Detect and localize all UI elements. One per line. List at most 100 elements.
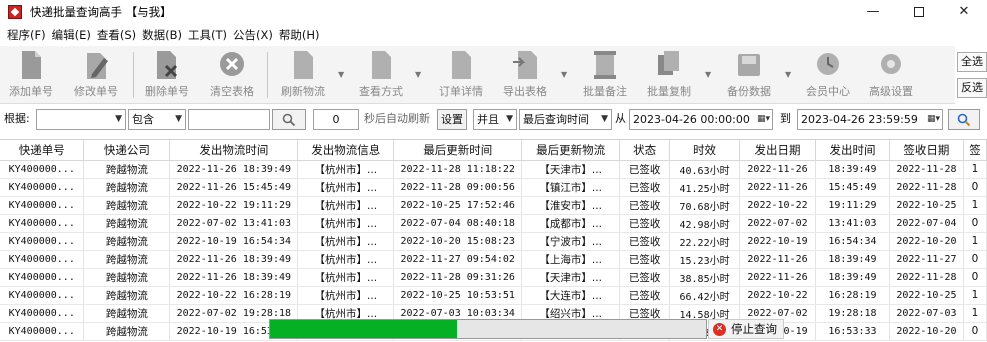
menu-help[interactable]: 帮助(H) (276, 25, 323, 45)
menu-view[interactable]: 查看(S) (94, 25, 139, 45)
to-datetime-value: 2023-04-26 23:59:59 (801, 113, 918, 126)
edit-number-label: 修改单号 (74, 85, 118, 98)
batch-note-button[interactable]: 批量备注 (576, 48, 634, 102)
table-cell: 【天津市】... (521, 160, 621, 179)
advanced-settings-label: 高级设置 (869, 85, 913, 98)
table-cell: 【杭州市】... (297, 178, 395, 197)
table-cell: 【成都市】... (521, 214, 621, 233)
from-datetime-input[interactable]: 2023-04-26 00:00:00 ▦▾ (629, 109, 773, 130)
column-header[interactable]: 签收日期 (889, 140, 964, 161)
column-header[interactable]: 快递单号 (0, 140, 85, 161)
column-header[interactable]: 最后更新物流 (521, 140, 621, 161)
menu-program[interactable]: 程序(F) (4, 25, 49, 45)
document-delete-icon (157, 51, 178, 79)
table-cell: 38.85小时 (669, 268, 741, 287)
logic-select[interactable]: 并且 ▼ (473, 109, 517, 130)
document-refresh-icon (294, 51, 313, 79)
table-row[interactable]: KY400000... 跨越物流 2022-11-26 18:39:49 【杭州市】.… (0, 250, 987, 269)
select-all-button[interactable]: 全选 (957, 52, 987, 72)
table-cell: 跨越物流 (83, 250, 171, 269)
maximize-button[interactable] (896, 0, 942, 24)
refresh-interval-input[interactable]: 0 (313, 109, 359, 130)
menu-notice[interactable]: 公告(X) (230, 25, 276, 45)
minimize-button[interactable]: — (850, 0, 896, 24)
table-cell: 【杭州市】... (297, 286, 395, 305)
keyword-input[interactable] (188, 109, 270, 130)
backup-data-button[interactable]: 备份数据 (720, 48, 778, 102)
table-cell: 2022-11-26 (739, 268, 816, 287)
table-cell: 1 (963, 304, 987, 323)
match-mode-select[interactable]: 包含 ▼ (128, 109, 186, 130)
to-datetime-input[interactable]: 2023-04-26 23:59:59 ▦▾ (797, 109, 943, 130)
menu-edit[interactable]: 编辑(E) (49, 25, 94, 45)
order-detail-button[interactable]: 订单详情 (432, 48, 490, 102)
export-table-button[interactable]: 导出表格 (497, 48, 553, 102)
table-cell: 跨越物流 (83, 322, 171, 341)
table-cell: 【杭州市】... (297, 232, 395, 251)
results-table: 快递单号 快递公司 发出物流时间 发出物流信息 最后更新时间 最后更新物流 状态… (0, 139, 987, 342)
search-button[interactable] (272, 109, 306, 130)
table-cell: 2022-10-25 17:52:46 (393, 196, 523, 215)
advanced-settings-button[interactable]: 高级设置 (862, 48, 920, 102)
column-header[interactable]: 状态 (619, 140, 671, 161)
export-dropdown-arrow-icon[interactable]: ▼ (561, 70, 567, 79)
batch-copy-button[interactable]: 批量复制 (640, 48, 698, 102)
table-row[interactable]: KY400000... 跨越物流 2022-11-26 15:45:49 【杭州市】.… (0, 178, 987, 197)
stop-query-button[interactable]: ✕ 停止查询 (708, 319, 784, 339)
table-row[interactable]: KY400000... 跨越物流 2022-11-26 18:39:49 【杭州市】.… (0, 268, 987, 287)
results-grid: 快递单号 快递公司 发出物流时间 发出物流信息 最后更新时间 最后更新物流 状态… (0, 140, 987, 341)
menu-data[interactable]: 数据(B) (139, 25, 185, 45)
table-cell: 1 (963, 160, 987, 179)
column-header[interactable]: 快递公司 (83, 140, 171, 161)
close-button[interactable]: ✕ (941, 0, 987, 24)
table-cell: 13:41:03 (815, 214, 890, 233)
refresh-logistics-button[interactable]: 刷新物流 (276, 48, 330, 102)
calendar-icon[interactable]: ▦▾ (757, 110, 770, 129)
view-dropdown-arrow-icon[interactable]: ▼ (415, 70, 421, 79)
edit-number-button[interactable]: 修改单号 (68, 48, 124, 102)
table-cell: 2022-11-26 (739, 160, 816, 179)
table-row[interactable]: KY400000... 跨越物流 2022-07-02 13:41:03 【杭州市】.… (0, 214, 987, 233)
invert-selection-button[interactable]: 反选 (957, 78, 987, 98)
table-row[interactable]: KY400000... 跨越物流 2022-10-22 16:28:19 【杭州市】.… (0, 286, 987, 305)
column-header[interactable]: 发出物流时间 (169, 140, 299, 161)
table-cell: 已签收 (619, 160, 671, 179)
from-label: 从 (615, 112, 626, 125)
table-cell: 15:45:49 (815, 178, 890, 197)
column-header[interactable]: 最后更新时间 (393, 140, 523, 161)
member-center-button[interactable]: 会员中心 (800, 48, 856, 102)
filter-bar: 根据: ▼ 包含 ▼ 0 秒后自动刷新 设置 并且 ▼ 最后查询时间 ▼ 从 2… (0, 106, 987, 132)
view-mode-button[interactable]: 查看方式 (352, 48, 410, 102)
table-cell: 2022-11-28 (889, 160, 964, 179)
clear-table-button[interactable]: 清空表格 (204, 48, 260, 102)
scroll-icon (594, 51, 616, 79)
calendar-icon[interactable]: ▦▾ (927, 110, 940, 129)
delete-number-button[interactable]: 删除单号 (140, 48, 194, 102)
table-row[interactable]: KY400000... 跨越物流 2022-10-22 19:11:29 【杭州市】.… (0, 196, 987, 215)
time-field-select[interactable]: 最后查询时间 ▼ (519, 109, 612, 130)
column-header[interactable]: 发出日期 (739, 140, 816, 161)
column-header[interactable]: 时效 (669, 140, 741, 161)
table-row[interactable]: KY400000... 跨越物流 2022-10-19 16:54:34 【杭州市】.… (0, 232, 987, 251)
set-button[interactable]: 设置 (437, 109, 467, 130)
table-row[interactable]: KY400000... 跨越物流 2022-11-26 18:39:49 【杭州市】.… (0, 160, 987, 179)
table-cell: 【杭州市】... (297, 214, 395, 233)
add-number-button[interactable]: 添加单号 (4, 48, 58, 102)
copy-dropdown-arrow-icon[interactable]: ▼ (705, 70, 711, 79)
table-cell: KY400000... (0, 196, 85, 215)
table-cell: 0 (963, 178, 987, 197)
refresh-dropdown-arrow-icon[interactable]: ▼ (338, 70, 344, 79)
table-cell: 2022-11-26 18:39:49 (169, 250, 299, 269)
table-cell: 19:11:29 (815, 196, 890, 215)
auto-refresh-label: 秒后自动刷新 (364, 112, 430, 125)
column-header[interactable]: 发出物流信息 (297, 140, 395, 161)
date-search-button[interactable] (948, 109, 980, 130)
column-header[interactable]: 发出时间 (815, 140, 890, 161)
backup-dropdown-arrow-icon[interactable]: ▼ (785, 70, 791, 79)
table-cell: 16:54:34 (815, 232, 890, 251)
table-cell: KY400000... (0, 286, 85, 305)
column-header[interactable]: 签 (963, 140, 987, 161)
field-select[interactable]: ▼ (36, 109, 126, 130)
table-cell: 19:28:18 (815, 304, 890, 323)
menu-tools[interactable]: 工具(T) (185, 25, 230, 45)
